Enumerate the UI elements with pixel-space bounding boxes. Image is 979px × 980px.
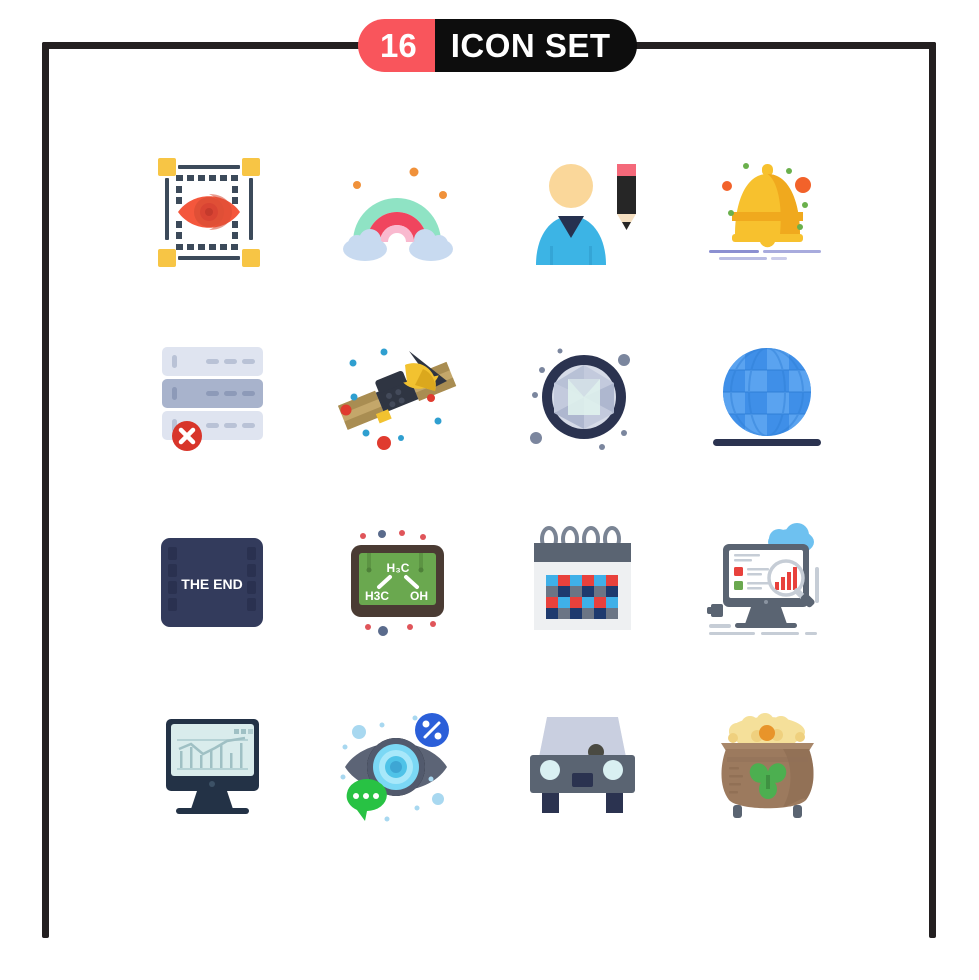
bell-svg — [709, 163, 821, 260]
frame-right-border — [929, 42, 936, 938]
icon-cell-car[interactable]: Car — [490, 675, 675, 860]
formula-top-text: H₃C — [387, 561, 410, 575]
calendar-svg — [534, 526, 631, 630]
icon-cell-analytics[interactable]: Analytics — [675, 490, 860, 675]
notification-bell-icon: Notification — [705, 150, 830, 275]
icon-cell-server-error[interactable]: Server Error — [120, 305, 305, 490]
analytics-svg — [707, 523, 819, 635]
car-front-icon: Car — [520, 705, 645, 830]
user-edit-pencil-icon: Edit Profile — [520, 150, 645, 275]
film-screen-text: THE END — [181, 576, 242, 592]
icon-cell-pot-of-gold[interactable]: Pot of Gold — [675, 675, 860, 860]
frame-left-border — [42, 42, 49, 938]
header-badge: 16 ICON SET — [358, 19, 637, 72]
chart-monitor-icon: Statistics — [150, 705, 275, 830]
server-error-svg — [162, 347, 263, 451]
icon-set-poster: 16 ICON SET THE END H₃C H3C OH — [0, 0, 979, 980]
globe-svg — [713, 348, 821, 446]
chart-monitor-svg — [166, 719, 259, 814]
chemistry-svg: H₃C H3C OH — [351, 530, 444, 636]
icon-count-label: 16 — [358, 19, 435, 72]
icon-cell-marketing-vision[interactable]: Marketing Vision — [305, 675, 490, 860]
icon-cell-notification[interactable]: Notification — [675, 120, 860, 305]
satellite-svg — [337, 348, 457, 450]
icon-cell-chemistry[interactable]: H₃C H3C OH — [305, 490, 490, 675]
page-title: ICON SET — [434, 19, 637, 72]
formula-right-text: OH — [410, 589, 428, 603]
rainbow-clouds-icon: Rainbow — [335, 150, 460, 275]
camera-aperture-icon: Aperture — [520, 335, 645, 460]
car-svg — [530, 717, 635, 813]
film-the-end-svg: THE END — [161, 538, 263, 627]
calendar-spiral-icon: Calendar — [520, 520, 645, 645]
pot-of-gold-icon: Pot of Gold — [705, 705, 830, 830]
rainbow-svg — [343, 167, 453, 261]
film-the-end-icon: THE END THE END — [150, 520, 275, 645]
vision-eye-frame-icon: Vision — [150, 150, 275, 275]
eye-chat-discount-svg — [340, 713, 449, 822]
calendar-grid — [546, 575, 618, 619]
server-error-icon: Server Error — [150, 335, 275, 460]
icon-cell-calendar[interactable]: Calendar — [490, 490, 675, 675]
user-edit-svg — [536, 164, 636, 265]
vision-eye-svg — [158, 158, 260, 267]
eye-chat-discount-icon: Marketing Vision — [335, 705, 460, 830]
icon-cell-statistics[interactable]: Statistics — [120, 675, 305, 860]
satellite-icon: Satellite — [335, 335, 460, 460]
icon-cell-globe[interactable]: Globe — [675, 305, 860, 490]
chemistry-blackboard-icon: H₃C H3C OH — [335, 520, 460, 645]
formula-left-text: H3C — [365, 589, 389, 603]
icon-cell-rainbow[interactable]: Rainbow — [305, 120, 490, 305]
analytics-monitor-cloud-icon: Analytics — [705, 520, 830, 645]
aperture-svg — [530, 348, 630, 450]
icon-cell-aperture[interactable]: Aperture — [490, 305, 675, 490]
pot-of-gold-svg — [721, 713, 814, 818]
icon-cell-satellite[interactable]: Satellite — [305, 305, 490, 490]
icon-grid: Vision — [120, 120, 860, 860]
icon-cell-the-end[interactable]: THE END THE END — [120, 490, 305, 675]
icon-cell-vision[interactable]: Vision — [120, 120, 305, 305]
icon-cell-user-edit[interactable]: Edit Profile — [490, 120, 675, 305]
globe-grid-icon: Globe — [705, 335, 830, 460]
